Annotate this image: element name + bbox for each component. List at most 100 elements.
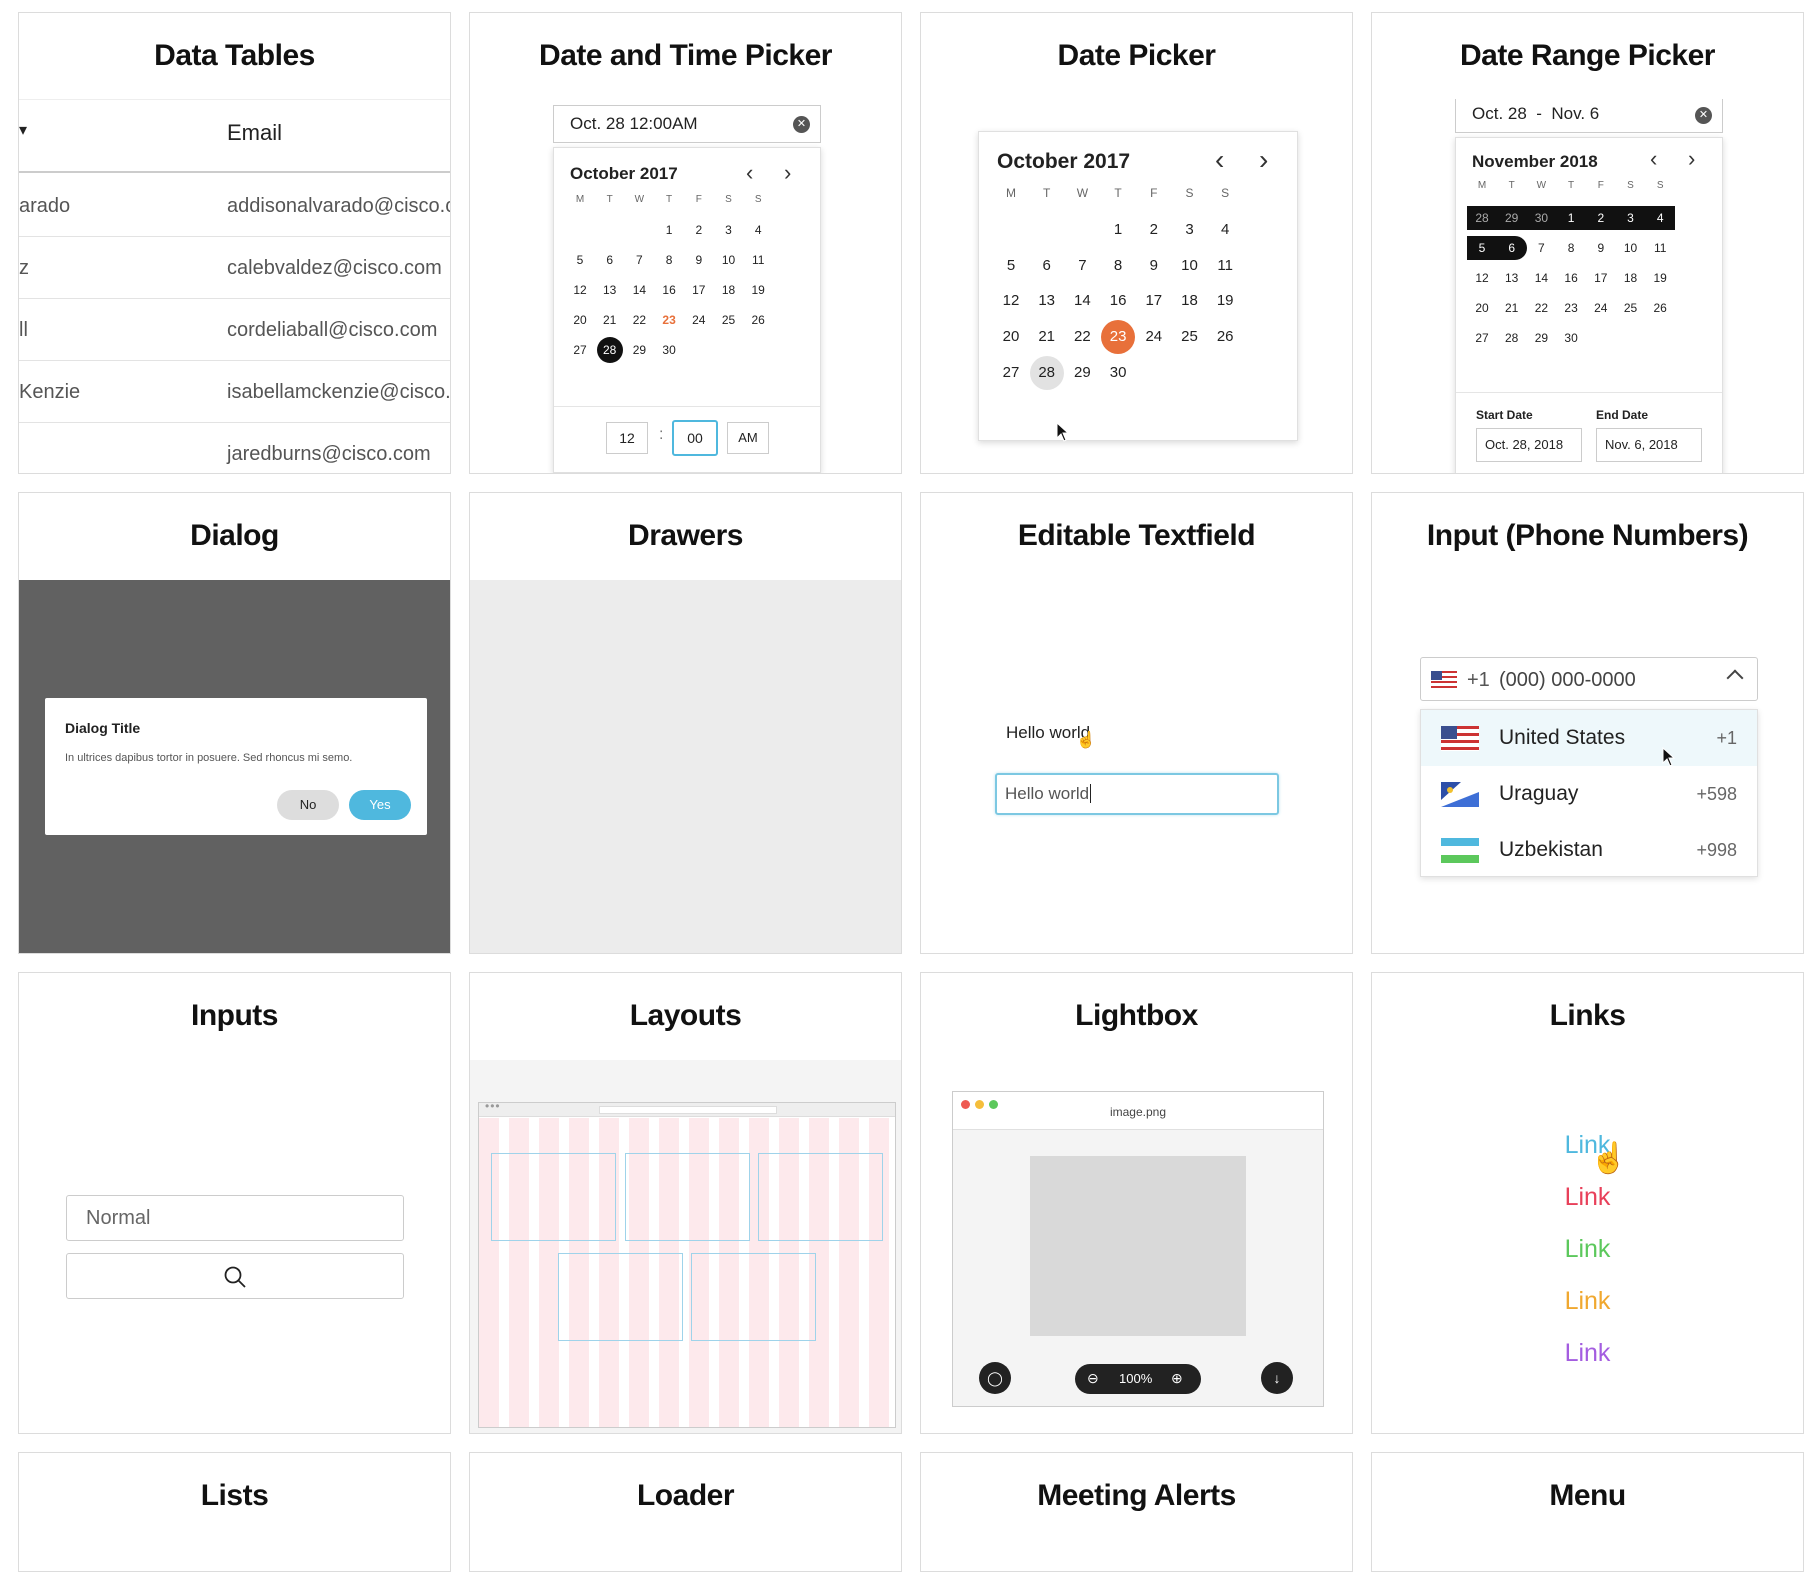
card-editable-textfield[interactable]: Editable Textfield Hello world ☝ Hello w… — [920, 492, 1353, 954]
card-layouts[interactable]: Layouts ••• — [469, 972, 902, 1434]
calendar-day[interactable]: 30 — [1526, 206, 1557, 230]
calendar-day[interactable]: 29 — [1529, 326, 1553, 350]
link-green[interactable]: Link — [1372, 1235, 1803, 1264]
calendar-day[interactable]: 18 — [1173, 284, 1207, 318]
card-lists[interactable]: Lists — [18, 1452, 451, 1572]
no-button[interactable]: No — [277, 790, 339, 820]
calendar-day[interactable]: 2 — [686, 217, 712, 243]
calendar-day[interactable]: 22 — [626, 307, 652, 333]
calendar-day[interactable]: 2 — [1137, 213, 1171, 247]
table-row[interactable]: ll cordeliaball@cisco.com — [19, 299, 450, 361]
calendar-day[interactable]: 1 — [1101, 213, 1135, 247]
column-header-email[interactable]: Email — [227, 120, 282, 146]
hour-input[interactable]: 12 — [606, 422, 648, 454]
chevron-up-icon[interactable] — [1726, 669, 1744, 687]
calendar-day[interactable]: 3 — [1615, 206, 1646, 230]
calendar-day[interactable]: 1 — [656, 217, 682, 243]
table-row[interactable]: z calebvaldez@cisco.com — [19, 237, 450, 299]
calendar-day[interactable]: 2 — [1585, 206, 1616, 230]
card-meeting-alerts[interactable]: Meeting Alerts — [920, 1452, 1353, 1572]
calendar-day[interactable]: 26 — [1208, 320, 1242, 354]
calendar-day[interactable]: 7 — [1529, 236, 1553, 260]
calendar-day[interactable]: 25 — [1619, 296, 1643, 320]
calendar-day[interactable]: 17 — [1137, 284, 1171, 318]
table-row[interactable]: arado addisonalvarado@cisco.c — [19, 175, 450, 237]
calendar-day[interactable]: 5 — [567, 247, 593, 273]
yes-button[interactable]: Yes — [349, 790, 411, 820]
calendar-day[interactable]: 7 — [1065, 249, 1099, 283]
calendar-day[interactable]: 30 — [656, 337, 682, 363]
calendar-day[interactable]: 17 — [686, 277, 712, 303]
calendar-day[interactable]: 20 — [1470, 296, 1494, 320]
card-date-picker[interactable]: Date Picker October 2017 ‹ › MTWTFSS1234… — [920, 12, 1353, 474]
calendar-day[interactable]: 12 — [567, 277, 593, 303]
calendar-day[interactable]: 23 — [1559, 296, 1583, 320]
chevron-right-icon[interactable]: › — [784, 160, 791, 186]
calendar-day[interactable]: 5 — [1467, 236, 1497, 260]
calendar-day[interactable]: 20 — [994, 320, 1028, 354]
calendar-day[interactable]: 28 — [1029, 355, 1064, 390]
calendar-day[interactable]: 18 — [1619, 266, 1643, 290]
chevron-right-icon[interactable]: › — [1688, 146, 1695, 172]
calendar-day[interactable]: 17 — [1589, 266, 1613, 290]
calendar-day[interactable]: 28 — [1467, 206, 1497, 230]
calendar-day[interactable]: 21 — [1500, 296, 1524, 320]
editable-text-input[interactable]: Hello world — [995, 773, 1279, 815]
chevron-right-icon[interactable]: › — [1259, 144, 1268, 176]
card-lightbox[interactable]: Lightbox image.png ◯ ⊖ 100% ⊕ ↓ — [920, 972, 1353, 1434]
calendar-day[interactable]: 12 — [1470, 266, 1494, 290]
ampm-toggle[interactable]: AM — [727, 422, 769, 454]
calendar-day[interactable]: 22 — [1065, 320, 1099, 354]
calendar-day[interactable]: 23 — [1101, 320, 1136, 355]
calendar-day[interactable]: 24 — [1589, 296, 1613, 320]
calendar-day[interactable]: 7 — [626, 247, 652, 273]
calendar-day[interactable]: 21 — [597, 307, 623, 333]
calendar-day[interactable]: 8 — [1101, 249, 1135, 283]
download-icon[interactable]: ↓ — [1261, 1362, 1293, 1394]
calendar-day[interactable]: 26 — [1648, 296, 1672, 320]
calendar-day[interactable]: 13 — [597, 277, 623, 303]
calendar-day[interactable]: 16 — [1101, 284, 1135, 318]
link-red[interactable]: Link — [1372, 1183, 1803, 1212]
calendar-day[interactable]: 14 — [1529, 266, 1553, 290]
country-option-uy[interactable]: Uraguay +598 — [1421, 766, 1757, 822]
calendar-day[interactable]: 22 — [1529, 296, 1553, 320]
country-option-us[interactable]: United States +1 — [1421, 710, 1757, 766]
calendar-day[interactable]: 23 — [656, 307, 682, 333]
calendar-day[interactable]: 8 — [656, 247, 682, 273]
table-row[interactable]: jaredburns@cisco.com — [19, 423, 450, 473]
calendar-day[interactable]: 9 — [1137, 249, 1171, 283]
zoom-out-icon[interactable]: ⊖ — [1087, 1370, 1099, 1387]
card-drawers[interactable]: Drawers — [469, 492, 902, 954]
calendar-day[interactable]: 10 — [1619, 236, 1643, 260]
card-date-time-picker[interactable]: Date and Time Picker Oct. 28 12:00AM ✕ O… — [469, 12, 902, 474]
calendar-day[interactable]: 28 — [1500, 326, 1524, 350]
clear-icon[interactable]: ✕ — [1695, 107, 1712, 124]
card-date-range-picker[interactable]: Date Range Picker Oct. 28 - Nov. 6 ✕ Nov… — [1371, 12, 1804, 474]
chat-icon[interactable]: ◯ — [979, 1362, 1011, 1394]
calendar-day[interactable]: 11 — [1648, 236, 1672, 260]
calendar-day[interactable]: 13 — [1030, 284, 1064, 318]
chevron-left-icon[interactable]: ‹ — [1215, 144, 1224, 176]
calendar-day[interactable]: 28 — [596, 337, 623, 363]
calendar-day[interactable]: 20 — [567, 307, 593, 333]
calendar-day[interactable]: 19 — [1208, 284, 1242, 318]
calendar-day[interactable]: 18 — [716, 277, 742, 303]
calendar-day[interactable]: 30 — [1559, 326, 1583, 350]
calendar-day[interactable]: 8 — [1559, 236, 1583, 260]
calendar-day[interactable]: 4 — [1645, 206, 1676, 230]
calendar-day[interactable]: 27 — [994, 356, 1028, 390]
calendar-day[interactable]: 11 — [1208, 249, 1242, 283]
calendar-day[interactable]: 21 — [1030, 320, 1064, 354]
calendar-day[interactable]: 1 — [1556, 206, 1587, 230]
calendar-day[interactable]: 27 — [567, 337, 593, 363]
calendar-day[interactable]: 9 — [1589, 236, 1613, 260]
calendar-day[interactable]: 29 — [1065, 356, 1099, 390]
calendar-day[interactable]: 19 — [1648, 266, 1672, 290]
start-date-input[interactable]: Oct. 28, 2018 — [1476, 428, 1582, 462]
link-primary[interactable]: Link — [1372, 1131, 1803, 1160]
calendar-day[interactable]: 25 — [1173, 320, 1207, 354]
chevron-left-icon[interactable]: ‹ — [1650, 146, 1657, 172]
link-purple[interactable]: Link — [1372, 1339, 1803, 1368]
calendar-day[interactable]: 9 — [686, 247, 712, 273]
